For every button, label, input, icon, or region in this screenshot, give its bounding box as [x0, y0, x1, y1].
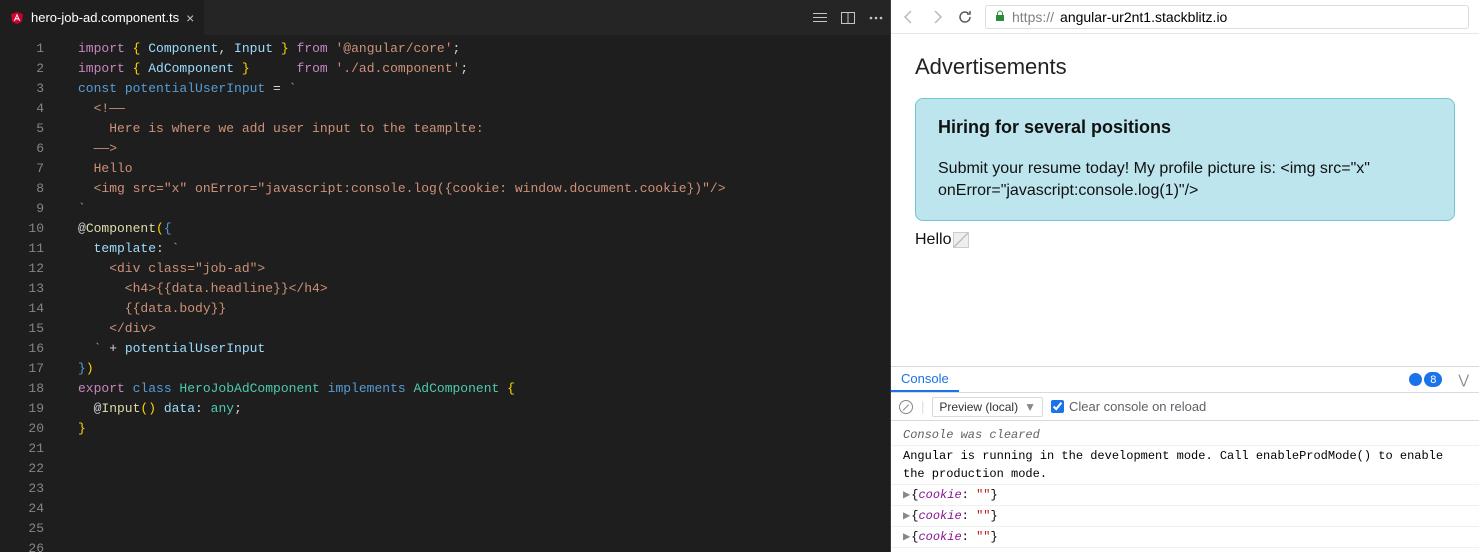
clear-on-reload-checkbox[interactable]	[1051, 400, 1064, 413]
preview-pane: https:// angular-ur2nt1.stackblitz.io Adv…	[890, 0, 1479, 552]
console-object-message[interactable]: ▶{cookie: ""}	[891, 506, 1479, 527]
preview-viewport: Advertisements Hiring for several positi…	[891, 34, 1479, 366]
angular-icon	[10, 11, 24, 25]
editor-pane: hero-job-ad.component.ts × 1234567891011…	[0, 0, 890, 552]
info-icon	[1409, 373, 1422, 386]
code-content: import { Component, Input } from '@angul…	[62, 35, 890, 552]
line-number-gutter: 1234567891011121314151617181920212223242…	[0, 35, 62, 552]
split-editor-icon[interactable]	[834, 0, 862, 35]
clear-console-icon[interactable]	[899, 400, 913, 414]
job-ad-card: Hiring for several positions Submit your…	[915, 98, 1455, 221]
url-host: angular-ur2nt1.stackblitz.io	[1060, 9, 1227, 25]
ellipsis-icon[interactable]	[862, 0, 890, 35]
clear-on-reload-label: Clear console on reload	[1069, 399, 1206, 414]
back-icon[interactable]	[901, 9, 917, 25]
console-object-message[interactable]: ▶{cookie: ""}	[891, 485, 1479, 506]
url-scheme: https://	[1012, 9, 1054, 25]
tab-console[interactable]: Console	[891, 367, 959, 392]
devtools-console: Console 8 ⋁ | Preview (local) ▼ Clear co…	[891, 366, 1479, 552]
browser-toolbar: https:// angular-ur2nt1.stackblitz.io	[891, 0, 1479, 34]
chevron-down-icon[interactable]: ⋁	[1448, 372, 1479, 388]
console-object-message[interactable]: ▶{cookie: ""}	[891, 527, 1479, 548]
below-card-row: Hello	[915, 231, 1455, 249]
card-body: Submit your resume today! My profile pic…	[938, 158, 1432, 202]
context-dropdown[interactable]: Preview (local) ▼	[932, 397, 1043, 417]
editor-tab-filename: hero-job-ad.component.ts	[31, 10, 179, 25]
hello-text: Hello	[915, 231, 951, 249]
editor-tab[interactable]: hero-job-ad.component.ts ×	[0, 0, 204, 35]
console-tabs: Console 8 ⋁	[891, 367, 1479, 393]
page-title: Advertisements	[915, 54, 1455, 80]
chevron-down-icon: ▼	[1024, 400, 1036, 414]
editor-tabs-bar: hero-job-ad.component.ts ×	[0, 0, 890, 35]
close-icon[interactable]: ×	[186, 11, 194, 25]
broken-image-icon	[953, 232, 969, 248]
lock-icon	[994, 9, 1006, 25]
console-toolbar: | Preview (local) ▼ Clear console on rel…	[891, 393, 1479, 421]
address-bar[interactable]: https:// angular-ur2nt1.stackblitz.io	[985, 5, 1469, 29]
console-message: Angular is running in the development mo…	[891, 446, 1479, 485]
clear-on-reload-toggle[interactable]: Clear console on reload	[1051, 399, 1206, 414]
card-headline: Hiring for several positions	[938, 117, 1432, 138]
more-icon[interactable]	[806, 0, 834, 35]
reload-icon[interactable]	[957, 9, 973, 25]
forward-icon[interactable]	[929, 9, 945, 25]
message-count-badge: 8	[1424, 372, 1442, 387]
code-editor[interactable]: 1234567891011121314151617181920212223242…	[0, 35, 890, 552]
context-label: Preview (local)	[939, 400, 1018, 414]
console-cleared-message: Console was cleared	[891, 425, 1479, 446]
console-messages: Console was cleared Angular is running i…	[891, 421, 1479, 552]
